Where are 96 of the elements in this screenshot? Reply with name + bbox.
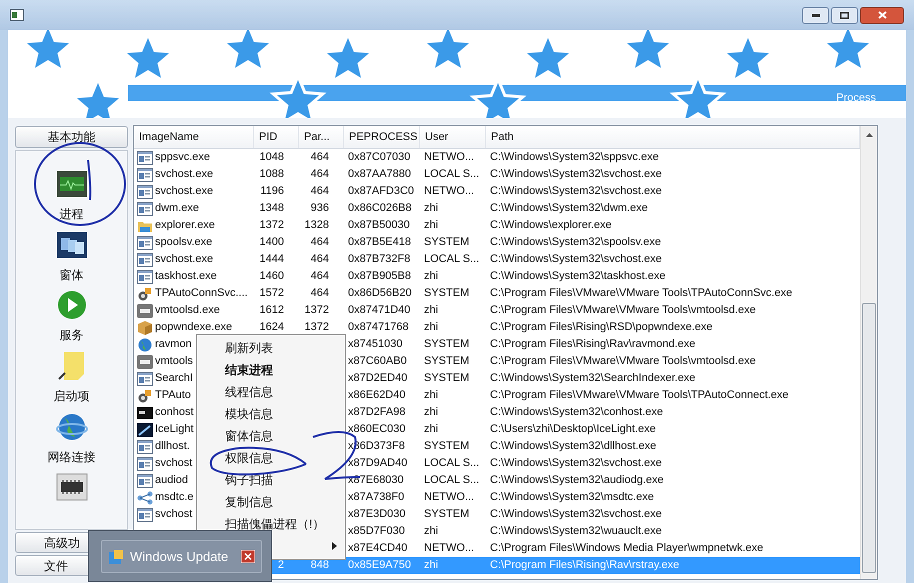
table-cell-text: NETWO... (424, 490, 474, 506)
table-cell-text: vmtools (155, 354, 193, 370)
table-cell-text: 0x87B732F8 (348, 252, 410, 268)
banner-caption: Process (836, 90, 876, 106)
table-cell-text: 464 (310, 184, 329, 200)
table-cell-text: NETWO... (424, 184, 474, 200)
table-cell-text: 464 (310, 269, 329, 284)
table-cell-text: x87A738F0 (348, 490, 404, 506)
table-cell-text: 2 (276, 558, 284, 574)
table-cell-text: 0x87C07030 (348, 150, 410, 166)
table-cell-text: TPAuto (155, 388, 191, 404)
table-cell-text: SYSTEM (424, 286, 470, 302)
table-cell-text: 1372 (304, 303, 329, 318)
table-cell-text: NETWO... (424, 541, 474, 556)
table-cell-text: 1624 (258, 320, 284, 336)
table-cell-text: x87E68030 (348, 473, 404, 488)
table-cell-text: conhost (155, 405, 194, 420)
table-cell-text: zhi (424, 320, 438, 336)
table-cell-text: SYSTEM (424, 439, 470, 454)
table-cell-text: 0x87AFD3C0 (348, 184, 414, 200)
table-cell-text: LOCAL S... (424, 456, 480, 472)
table-cell-text: x86E62D40 (348, 388, 406, 404)
table-cell-text: 464 (310, 150, 329, 166)
table-cell-text: x85D7F030 (348, 524, 405, 540)
table-cell-text: LOCAL S... (424, 167, 480, 182)
table-cell-text: popwndexe.exe (155, 320, 232, 336)
table-cell-text: svchost.exe (155, 184, 214, 200)
table-cell-text: SYSTEM (424, 507, 470, 522)
table-cell-text: 0x87471768 (348, 320, 409, 336)
table-cell-text: zhi (424, 524, 438, 540)
table-cell-text: dwm.exe (155, 201, 200, 216)
table-cell-text: IceLight (155, 422, 194, 438)
table-cell-text: 1372 (258, 218, 284, 234)
table-cell-text: 1372 (304, 320, 329, 336)
table-cell-text: x87C60AB0 (348, 354, 407, 370)
table-cell-text: NETWO... (424, 150, 474, 166)
table-cell-text: 0x87B50030 (348, 218, 410, 234)
table-cell-text: 1196 (259, 184, 284, 200)
table-cell-text: 464 (310, 167, 329, 182)
table-cell-text: 0x87471D40 (348, 303, 410, 318)
table-cell-text: 936 (310, 201, 329, 216)
table-cell-text: x87D2FA98 (348, 405, 406, 420)
table-cell-text: 1328 (304, 218, 329, 234)
table-cell-text: spoolsv.exe (155, 235, 212, 250)
table-cell-text: 0x85E9A750 (348, 558, 411, 574)
table-cell-text: svchost.exe (155, 167, 214, 182)
table-cell-text: x87E4CD40 (348, 541, 408, 556)
table-cell-text: zhi (424, 388, 438, 404)
table-cell-text: zhi (424, 422, 438, 438)
table-cell-text: LOCAL S... (424, 252, 480, 268)
table-cell-text: msdtc.e (155, 490, 194, 506)
table-cell-text: zhi (424, 405, 438, 420)
table-cell-text: vmtoolsd.exe (155, 303, 220, 318)
table-cell-text: x87E3D030 (348, 507, 406, 522)
table-cell-text: dllhost. (155, 439, 190, 454)
table-cell-text: 464 (310, 286, 329, 302)
table-cell-text: SYSTEM (424, 337, 470, 352)
table-cell-text: SYSTEM (424, 354, 470, 370)
table-cell-text: x87D9AD40 (348, 456, 408, 472)
table-cell-text: x860EC030 (348, 422, 406, 438)
table-cell-text: 1444 (258, 252, 284, 268)
table-cell-text: x87451030 (348, 337, 402, 352)
table-cell-text: zhi (424, 303, 438, 318)
table-cell-text: svchost (155, 507, 192, 522)
table-cell-text: x87D2ED40 (348, 371, 408, 386)
table-cell-text: 1088 (258, 167, 284, 182)
table-cell-text: 0x86C026B8 (348, 201, 412, 216)
table-cell-text: 1348 (258, 201, 284, 216)
table-cell-text: svchost (155, 456, 192, 472)
table-cell-text: audiod (155, 473, 188, 488)
table-cell-text: SYSTEM (424, 371, 470, 386)
table-cell-text: 0x87B5E418 (348, 235, 411, 250)
table-cell-text: explorer.exe (155, 218, 215, 234)
table-cell-text: zhi (424, 269, 438, 284)
table-cell-text: 1460 (258, 269, 284, 284)
table-cell-text: LOCAL S... (424, 473, 480, 488)
table-cell-text: 1048 (258, 150, 284, 166)
table-cell-text: 1400 (258, 235, 284, 250)
table-cell-text: zhi (424, 201, 438, 216)
table-cell-text: 464 (310, 235, 329, 250)
table-cell-text: 464 (310, 252, 329, 268)
table-cell-text: 0x86D56B20 (348, 286, 412, 302)
table-cell-text: sppsvc.exe (155, 150, 210, 166)
table-cell-text: 848 (310, 558, 329, 574)
table-cell-text: SYSTEM (424, 235, 470, 250)
table-cell-text: 1612 (258, 303, 284, 318)
table-cell-text: 0x87B905B8 (348, 269, 411, 284)
table-cell-text: zhi (424, 218, 438, 234)
table-cell-text: ravmon (155, 337, 192, 352)
table-cell-text: svchost.exe (155, 252, 214, 268)
table-cell-text: 0x87AA7880 (348, 167, 411, 182)
table-cell-text: zhi (424, 558, 438, 574)
table-cell-text: SearchI (155, 371, 193, 386)
table-cell-text: taskhost.exe (155, 269, 217, 284)
table-cell-text: TPAutoConnSvc.... (155, 286, 248, 302)
table-cell-text: 1572 (258, 286, 284, 302)
